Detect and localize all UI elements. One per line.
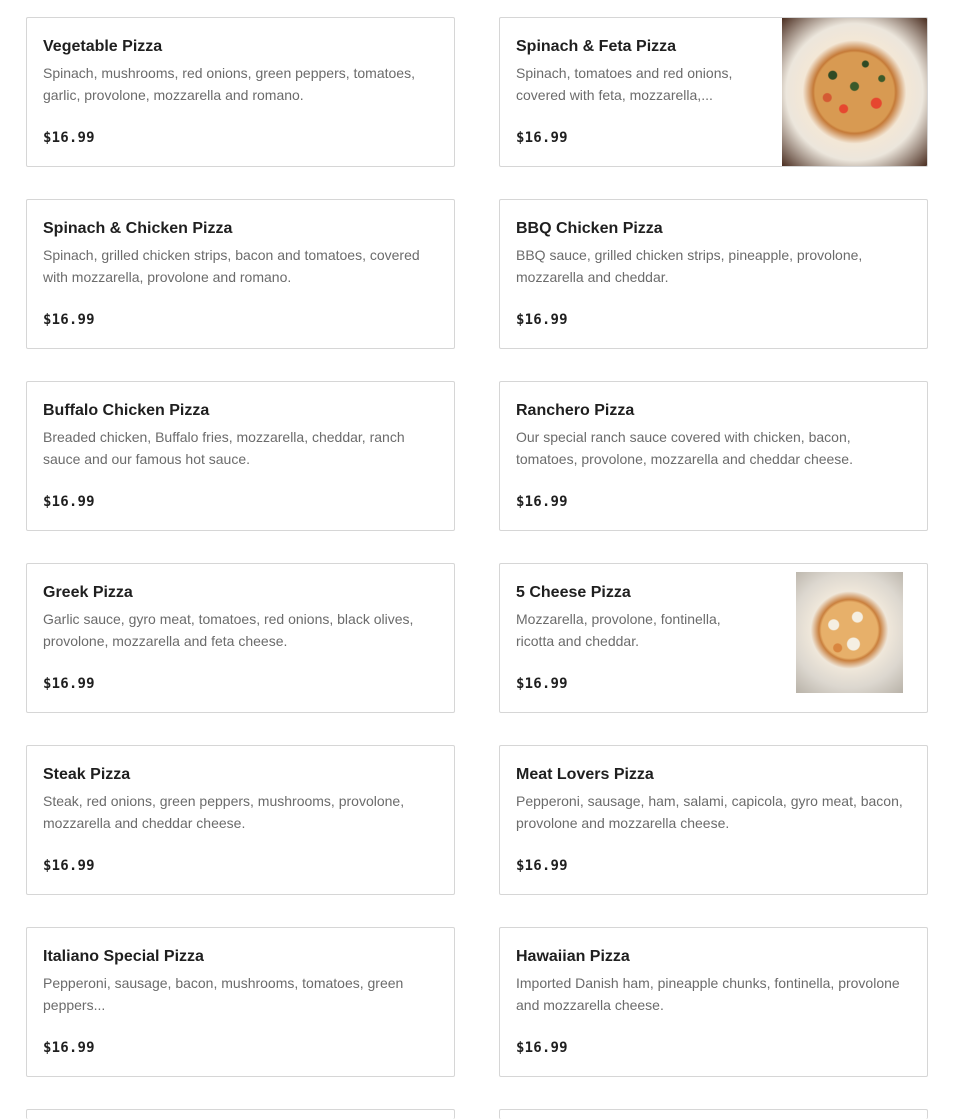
item-description: Our special ranch sauce covered with chi… [516, 429, 853, 467]
menu-item-card-partial[interactable] [499, 1109, 928, 1119]
item-price: $16.99 [43, 494, 95, 510]
item-description: Spinach, mushrooms, red onions, green pe… [43, 65, 415, 103]
item-price: $16.99 [43, 858, 95, 874]
menu-item-card-partial[interactable] [26, 1109, 455, 1119]
item-price: $16.99 [516, 312, 568, 328]
item-name: 5 Cheese Pizza [516, 584, 631, 601]
menu-item-card[interactable]: Greek Pizza Garlic sauce, gyro meat, tom… [26, 563, 455, 713]
menu-item-card[interactable]: Ranchero Pizza Our special ranch sauce c… [499, 381, 928, 531]
item-description: Pepperoni, sausage, ham, salami, capicol… [516, 793, 903, 831]
item-price: $16.99 [516, 130, 568, 146]
menu-item-card[interactable]: Vegetable Pizza Spinach, mushrooms, red … [26, 17, 455, 167]
item-name: Steak Pizza [43, 766, 131, 783]
item-name: Greek Pizza [43, 584, 133, 601]
item-description: Pepperoni, sausage, bacon, mushrooms, to… [43, 975, 404, 1013]
item-price: $16.99 [516, 858, 568, 874]
menu-grid: Vegetable Pizza Spinach, mushrooms, red … [26, 17, 928, 1119]
pizza-thumbnail [796, 572, 903, 693]
menu-item-card[interactable]: 5 Cheese Pizza Mozzarella, provolone, fo… [499, 563, 928, 713]
item-name: Italiano Special Pizza [43, 948, 204, 965]
menu-item-card[interactable]: Spinach & Feta Pizza Spinach, tomatoes a… [499, 17, 928, 167]
item-price: $16.99 [516, 1040, 568, 1056]
item-description: Imported Danish ham, pineapple chunks, f… [516, 975, 900, 1013]
item-price: $16.99 [43, 1040, 95, 1056]
menu-item-card[interactable]: Italiano Special Pizza Pepperoni, sausag… [26, 927, 455, 1077]
item-description: Steak, red onions, green peppers, mushro… [43, 793, 405, 831]
item-name: Meat Lovers Pizza [516, 766, 654, 783]
item-name: BBQ Chicken Pizza [516, 220, 663, 237]
menu-item-card[interactable]: Steak Pizza Steak, red onions, green pep… [26, 745, 455, 895]
pizza-photo [782, 18, 927, 166]
menu-item-card[interactable]: BBQ Chicken Pizza BBQ sauce, grilled chi… [499, 199, 928, 349]
menu-item-card[interactable]: Buffalo Chicken Pizza Breaded chicken, B… [26, 381, 455, 531]
item-name: Spinach & Chicken Pizza [43, 220, 233, 237]
item-description: Garlic sauce, gyro meat, tomatoes, red o… [43, 611, 414, 649]
item-description: Spinach, tomatoes and red onions, covere… [516, 65, 733, 103]
item-name: Buffalo Chicken Pizza [43, 402, 210, 419]
item-name: Vegetable Pizza [43, 38, 163, 55]
item-name: Hawaiian Pizza [516, 948, 630, 965]
item-description: Mozzarella, provolone, fontinella, ricot… [516, 611, 721, 649]
item-name: Spinach & Feta Pizza [516, 38, 677, 55]
item-price: $16.99 [516, 676, 568, 692]
item-description: BBQ sauce, grilled chicken strips, pinea… [516, 247, 863, 285]
item-description: Spinach, grilled chicken strips, bacon a… [43, 247, 420, 285]
menu-item-card[interactable]: Meat Lovers Pizza Pepperoni, sausage, ha… [499, 745, 928, 895]
item-price: $16.99 [43, 130, 95, 146]
menu-item-card[interactable]: Spinach & Chicken Pizza Spinach, grilled… [26, 199, 455, 349]
item-price: $16.99 [516, 494, 568, 510]
item-price: $16.99 [43, 676, 95, 692]
item-description: Breaded chicken, Buffalo fries, mozzarel… [43, 429, 405, 467]
item-price: $16.99 [43, 312, 95, 328]
menu-item-card[interactable]: Hawaiian Pizza Imported Danish ham, pine… [499, 927, 928, 1077]
item-name: Ranchero Pizza [516, 402, 635, 419]
